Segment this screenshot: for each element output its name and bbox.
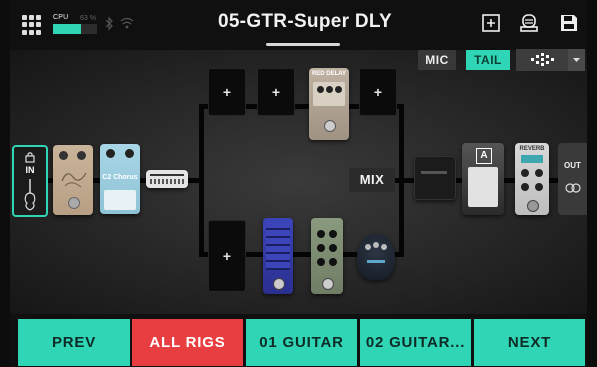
boost-script-logo bbox=[61, 172, 87, 188]
dark-pedal-strip bbox=[367, 260, 385, 263]
dark-pedal-block[interactable] bbox=[357, 234, 395, 280]
save-icon[interactable] bbox=[558, 12, 580, 34]
chorus-knob-right bbox=[125, 149, 134, 158]
layout-button[interactable] bbox=[516, 49, 568, 71]
wire-split bbox=[199, 104, 204, 256]
input-label: IN bbox=[25, 165, 35, 175]
empty-slot-a1[interactable]: + bbox=[208, 68, 246, 116]
lock-icon bbox=[25, 152, 35, 163]
output-block[interactable]: OUT bbox=[558, 143, 587, 215]
volume-pedal-block[interactable]: A bbox=[462, 143, 504, 215]
empty-slot-b1[interactable]: + bbox=[208, 220, 246, 292]
prev-button[interactable]: PREV bbox=[18, 319, 130, 366]
tail-button[interactable]: TAIL bbox=[466, 50, 510, 70]
top-bar: CPU 63 % 05-GTR-Super DLY bbox=[10, 0, 587, 50]
reverb-display bbox=[521, 155, 543, 163]
green-pedal-block[interactable] bbox=[311, 218, 343, 294]
add-block-icon[interactable] bbox=[480, 12, 502, 34]
mic-button[interactable]: MIC bbox=[418, 50, 456, 70]
cpu-label: CPU bbox=[53, 14, 69, 21]
delay-knob-1 bbox=[317, 86, 324, 93]
preset-title[interactable]: 05-GTR-Super DLY bbox=[200, 11, 410, 33]
delay-pedal-label: RED DELAY bbox=[311, 71, 347, 77]
reverb-pedal-label: REVERB bbox=[519, 146, 545, 152]
title-underline bbox=[266, 43, 340, 46]
green-pedal-knob-2 bbox=[329, 230, 337, 238]
split-layout-icon bbox=[531, 53, 554, 66]
dark-pedal-knob-1 bbox=[365, 244, 371, 250]
cpu-meter bbox=[53, 24, 97, 34]
reverb-knob-1 bbox=[521, 169, 529, 177]
eq-rack-strip bbox=[150, 174, 184, 176]
dark-pedal-knob-3 bbox=[381, 244, 387, 250]
reverb-footswitch bbox=[527, 200, 539, 212]
ab-badge: A bbox=[476, 148, 492, 164]
green-pedal-knob-6 bbox=[329, 258, 337, 266]
rig-02-guitar-button[interactable]: 02 GUITAR... bbox=[360, 319, 471, 366]
delay-knob-3 bbox=[335, 86, 342, 93]
output-label: OUT bbox=[564, 161, 581, 170]
blue-pedal-footswitch bbox=[273, 278, 285, 290]
reverb-pedal-block[interactable]: REVERB bbox=[515, 143, 549, 215]
stereo-rings-icon bbox=[565, 183, 581, 193]
wifi-icon[interactable] bbox=[120, 16, 134, 30]
boost-knob-right bbox=[77, 151, 86, 160]
cpu-meter-fill bbox=[53, 24, 81, 34]
amp-head-icon[interactable] bbox=[518, 12, 540, 34]
volume-pedal-tread bbox=[468, 167, 498, 207]
cpu-percent: 63 % bbox=[80, 15, 96, 22]
mix-block[interactable]: MIX bbox=[349, 168, 395, 192]
eq-rack-sliders bbox=[150, 179, 184, 184]
reverb-knob-3 bbox=[521, 183, 529, 191]
chorus-pedal-switch bbox=[104, 190, 136, 210]
reverb-knob-2 bbox=[535, 169, 543, 177]
green-pedal-knob-1 bbox=[317, 230, 325, 238]
green-pedal-knob-5 bbox=[317, 258, 325, 266]
green-pedal-knob-4 bbox=[329, 244, 337, 252]
input-block[interactable]: IN bbox=[12, 145, 48, 217]
chorus-pedal-label: C2 Chorus bbox=[102, 174, 138, 181]
layout-dropdown[interactable] bbox=[568, 49, 585, 71]
chorus-knob-left bbox=[106, 149, 115, 158]
bluetooth-icon[interactable] bbox=[105, 16, 113, 31]
chevron-down-icon bbox=[573, 58, 580, 62]
boost-footswitch bbox=[68, 197, 80, 209]
delay-footswitch bbox=[324, 120, 336, 132]
rig-01-guitar-button[interactable]: 01 GUITAR bbox=[246, 319, 357, 366]
empty-slot-a4[interactable]: + bbox=[359, 68, 397, 116]
cab-logo-plate bbox=[421, 171, 447, 174]
app-window: CPU 63 % 05-GTR-Super DLY MIC TAIL IN C2… bbox=[10, 0, 587, 367]
cab-block[interactable] bbox=[414, 156, 456, 200]
empty-slot-a2[interactable]: + bbox=[257, 68, 295, 116]
blue-pedal-block[interactable] bbox=[263, 218, 293, 294]
eq-rack-block[interactable] bbox=[146, 170, 188, 188]
delay-pedal-block[interactable]: RED DELAY bbox=[309, 68, 349, 140]
green-pedal-knob-3 bbox=[317, 244, 325, 252]
reverb-knob-4 bbox=[535, 183, 543, 191]
green-pedal-footswitch bbox=[322, 278, 334, 290]
guitar-jack-icon bbox=[24, 179, 36, 211]
next-button[interactable]: NEXT bbox=[474, 319, 585, 366]
boost-pedal-block[interactable] bbox=[53, 145, 93, 215]
dark-pedal-knob-2 bbox=[373, 242, 379, 248]
grid-menu-icon[interactable] bbox=[22, 15, 42, 35]
boost-knob-left bbox=[59, 151, 68, 160]
all-rigs-button[interactable]: ALL RIGS bbox=[132, 319, 243, 366]
blue-pedal-panel bbox=[266, 222, 290, 270]
chorus-pedal-block[interactable]: C2 Chorus bbox=[100, 144, 140, 214]
delay-knob-2 bbox=[326, 86, 333, 93]
